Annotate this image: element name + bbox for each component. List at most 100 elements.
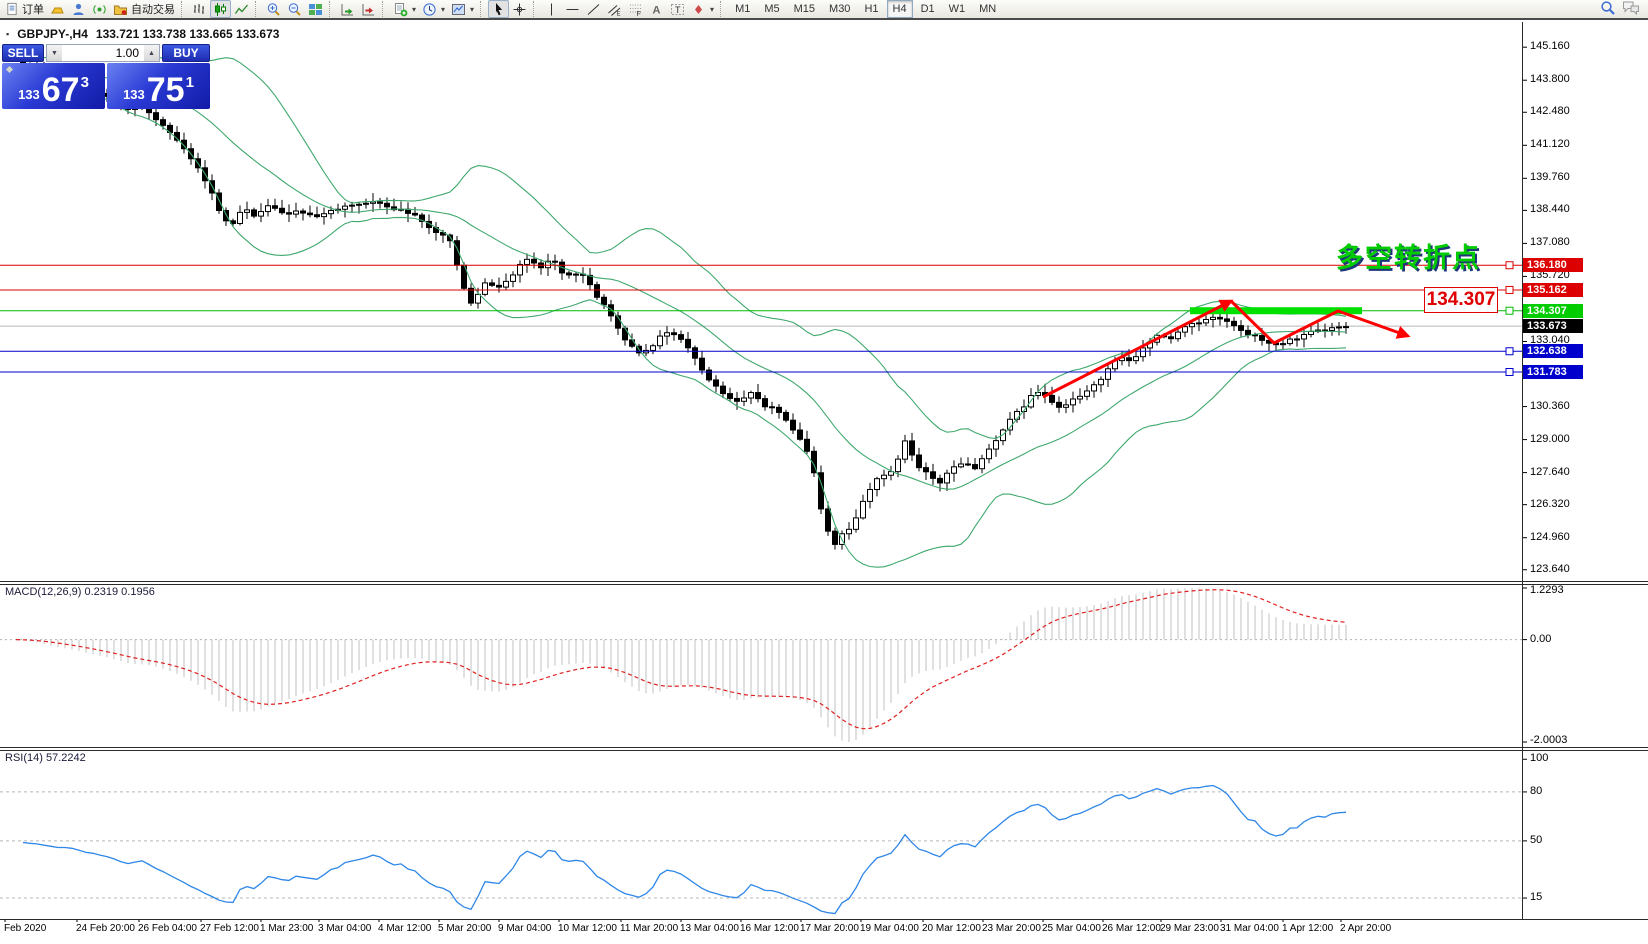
toolbar-separator xyxy=(720,1,725,17)
bar-chart-button[interactable] xyxy=(189,0,210,18)
zoom-in-button[interactable] xyxy=(263,0,284,18)
sell-price-big-figure: 133 xyxy=(18,87,40,102)
volume-input[interactable]: 1.00 xyxy=(62,45,144,61)
cursor-button[interactable] xyxy=(488,0,509,18)
toolbar-separator xyxy=(533,1,538,17)
dropdown-arrow: ▾ xyxy=(412,5,416,14)
crosshair-button[interactable] xyxy=(509,0,530,18)
zoom-in-icon xyxy=(266,2,281,17)
tile-windows-button[interactable] xyxy=(305,0,326,18)
trendline-icon xyxy=(586,2,601,17)
volume-down-button[interactable]: ▼ xyxy=(47,45,62,61)
macd-label: MACD(12,26,9) 0.2319 0.1956 xyxy=(5,586,155,598)
chart-shift-button[interactable] xyxy=(358,0,379,18)
autotrade-label: 自动交易 xyxy=(131,1,175,17)
zoom-out-icon xyxy=(287,2,302,17)
chart-icon: ▪ xyxy=(6,29,9,39)
gold-icon xyxy=(50,2,65,17)
sell-button[interactable]: SELL xyxy=(2,44,44,62)
toolbar: 订单 自动交易 ▾ ▾ ▾ E F A T ▾ xyxy=(0,0,1648,20)
timeframe-m30[interactable]: M30 xyxy=(823,0,856,18)
symbol-period: GBPJPY-,H4 xyxy=(17,27,88,41)
autoscroll-button[interactable] xyxy=(337,0,358,18)
toolbar-separator xyxy=(480,1,485,17)
new-order-button[interactable]: 订单 xyxy=(2,0,47,18)
text-label-icon: T xyxy=(670,2,685,17)
zoom-out-button[interactable] xyxy=(284,0,305,18)
rsi-label: RSI(14) 57.2242 xyxy=(5,752,86,764)
accounts-button[interactable] xyxy=(68,0,89,18)
pivot-annotation: 多空转折点 xyxy=(1336,236,1481,275)
sell-price-pips: 67 xyxy=(42,77,80,105)
shapes-icon xyxy=(691,2,706,17)
timeframe-d1[interactable]: D1 xyxy=(915,0,941,18)
toolbar-separator xyxy=(181,1,186,17)
chart-graphics[interactable] xyxy=(0,0,1648,944)
timeframe-m15[interactable]: M15 xyxy=(788,0,821,18)
chart-title: ▪ GBPJPY-,H4 133.721 133.738 133.665 133… xyxy=(6,27,279,41)
order-label: 订单 xyxy=(22,1,44,17)
horizontal-line-icon xyxy=(565,2,580,17)
text-label-button[interactable]: T xyxy=(667,0,688,18)
horizontal-line-button[interactable] xyxy=(562,0,583,18)
text-a-icon: A xyxy=(649,2,664,17)
template-button[interactable]: ▾ xyxy=(448,0,477,18)
signal-icon xyxy=(92,2,107,17)
clock-icon xyxy=(422,2,437,17)
one-click-trade-panel: SELL ▼ 1.00 ▲ BUY 133 67 3 133 75 1 xyxy=(2,44,210,109)
autotrade-button[interactable]: 自动交易 xyxy=(110,0,178,18)
new-chart-icon xyxy=(393,2,408,17)
cursor-icon xyxy=(491,2,506,17)
volume-stepper: ▼ 1.00 ▲ xyxy=(46,44,160,62)
line-chart-button[interactable] xyxy=(231,0,252,18)
fibonacci-button[interactable]: F xyxy=(625,0,646,18)
new-chart-button[interactable]: ▾ xyxy=(390,0,419,18)
one-click-icon xyxy=(6,66,13,73)
sell-price-point: 3 xyxy=(81,74,89,91)
crosshair-icon xyxy=(512,2,527,17)
svg-text:A: A xyxy=(653,4,661,16)
dropdown-arrow: ▾ xyxy=(441,5,445,14)
toolbar-separator xyxy=(255,1,260,17)
buy-price-point: 1 xyxy=(186,74,194,91)
bar-chart-icon xyxy=(192,2,207,17)
chart-shift-icon xyxy=(361,2,376,17)
svg-text:F: F xyxy=(637,11,641,17)
buy-price-box[interactable]: 133 75 1 xyxy=(107,63,210,109)
trendline-button[interactable] xyxy=(583,0,604,18)
timeframe-h4[interactable]: H4 xyxy=(887,0,913,18)
gold-button[interactable] xyxy=(47,0,68,18)
arrows-button[interactable]: ▾ xyxy=(688,0,717,18)
candle-chart-icon xyxy=(213,2,228,17)
template-icon xyxy=(451,2,466,17)
sell-price-box[interactable]: 133 67 3 xyxy=(2,63,105,109)
channel-button[interactable]: E xyxy=(604,0,625,18)
vertical-line-icon xyxy=(544,2,559,17)
candle-chart-button[interactable] xyxy=(210,0,231,18)
svg-text:E: E xyxy=(617,11,621,17)
timeframe-h1[interactable]: H1 xyxy=(858,0,884,18)
toolbar-separator xyxy=(382,1,387,17)
fibonacci-icon: F xyxy=(628,2,643,17)
timeframe-m1[interactable]: M1 xyxy=(729,0,756,18)
volume-up-button[interactable]: ▲ xyxy=(144,45,159,61)
toolbar-separator xyxy=(329,1,334,17)
dropdown-arrow: ▾ xyxy=(470,5,474,14)
vertical-line-button[interactable] xyxy=(541,0,562,18)
signal-button[interactable] xyxy=(89,0,110,18)
order-icon xyxy=(5,2,19,16)
timeframe-mn[interactable]: MN xyxy=(973,0,1002,18)
channel-icon: E xyxy=(607,2,622,17)
search-icon[interactable] xyxy=(1600,0,1616,19)
buy-price-big-figure: 133 xyxy=(123,87,145,102)
text-button[interactable]: A xyxy=(646,0,667,18)
buy-button[interactable]: BUY xyxy=(162,44,210,62)
line-chart-icon xyxy=(234,2,249,17)
chat-icon[interactable] xyxy=(1622,0,1640,18)
timeframe-m5[interactable]: M5 xyxy=(758,0,785,18)
dropdown-arrow: ▾ xyxy=(710,5,714,14)
timeframe-w1[interactable]: W1 xyxy=(943,0,972,18)
period-button[interactable]: ▾ xyxy=(419,0,448,18)
tile-windows-icon xyxy=(308,2,323,17)
timeframe-group: M1M5M15M30H1H4D1W1MN xyxy=(728,0,1003,18)
